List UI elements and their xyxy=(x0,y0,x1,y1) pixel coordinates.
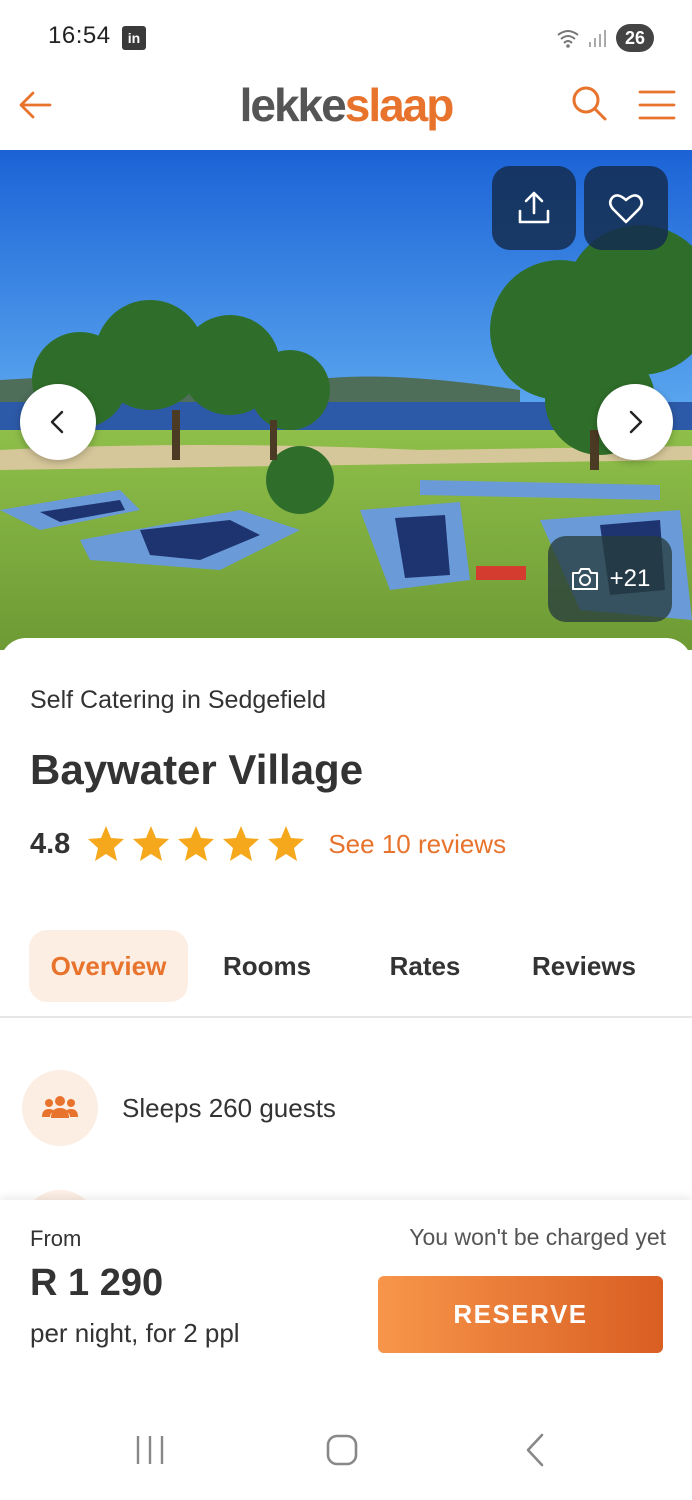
feature-sleeps: Sleeps 260 guests xyxy=(22,1070,336,1146)
star-icon xyxy=(223,826,260,861)
chevron-right-icon xyxy=(629,410,643,434)
system-back-icon[interactable] xyxy=(516,1430,556,1470)
logo-part-slaap: slaap xyxy=(344,79,455,131)
tab-rates[interactable]: Rates xyxy=(363,930,487,1002)
price-from-label: From xyxy=(30,1226,82,1251)
favourite-button[interactable] xyxy=(584,166,668,250)
home-icon[interactable] xyxy=(322,1430,362,1470)
status-bar: 16:54 in 26 xyxy=(0,0,692,76)
share-icon xyxy=(518,191,550,224)
heart-icon xyxy=(608,194,644,224)
share-button[interactable] xyxy=(492,166,576,250)
star-icon xyxy=(133,826,170,861)
signal-icon xyxy=(588,30,606,47)
star-rating xyxy=(86,824,306,864)
feature-text: Sleeps 260 guests xyxy=(122,1092,336,1123)
price-unit: per night, for 2 ppl xyxy=(30,1318,240,1348)
app-header: lekkeslaap xyxy=(0,76,692,150)
booking-bar: From R 1 290 per night, for 2 ppl You wo… xyxy=(0,1200,692,1386)
tab-reviews[interactable]: Reviews xyxy=(516,930,652,1002)
logo-part-lekke: lekke xyxy=(239,79,347,131)
listing-title: Baywater Village xyxy=(30,746,364,793)
people-icon xyxy=(42,1096,78,1118)
menu-icon[interactable] xyxy=(636,84,678,126)
listing-subtitle: Self Catering in Sedgefield xyxy=(30,686,327,714)
photo-count-label: +21 xyxy=(609,565,651,592)
linkedin-icon: in xyxy=(122,26,146,50)
reserve-button[interactable]: RESERVE xyxy=(378,1276,663,1353)
feature-icon-badge xyxy=(22,1070,98,1146)
star-icon xyxy=(88,826,125,861)
section-tabs: Overview Rooms Rates Reviews xyxy=(0,930,692,1018)
battery-indicator: 26 xyxy=(615,24,654,52)
charge-note: You won't be charged yet xyxy=(409,1224,666,1250)
rating-value: 4.8 xyxy=(30,827,71,860)
see-reviews-link[interactable]: See 10 reviews xyxy=(328,829,506,860)
camera-icon xyxy=(571,568,598,590)
previous-photo-button[interactable] xyxy=(20,384,96,460)
rating-row: 4.8 See 10 reviews xyxy=(30,824,506,864)
search-icon[interactable] xyxy=(568,82,610,124)
tab-rooms[interactable]: Rooms xyxy=(205,930,329,1002)
price-value: R 1 290 xyxy=(30,1262,164,1304)
tab-overview[interactable]: Overview xyxy=(29,930,188,1002)
status-time: 16:54 xyxy=(48,22,111,49)
recents-icon[interactable] xyxy=(130,1430,170,1470)
next-photo-button[interactable] xyxy=(597,384,673,460)
photo-count-button[interactable]: +21 xyxy=(548,536,672,622)
star-icon xyxy=(178,826,215,861)
system-navigation-bar xyxy=(0,1386,692,1500)
wifi-icon xyxy=(557,30,579,48)
chevron-left-icon xyxy=(50,410,64,434)
photo-gallery[interactable]: +21 xyxy=(0,150,692,650)
star-icon xyxy=(268,826,305,861)
status-indicators: 26 xyxy=(556,24,654,52)
listing-details-card: Self Catering in Sedgefield Baywater Vil… xyxy=(0,638,692,1266)
